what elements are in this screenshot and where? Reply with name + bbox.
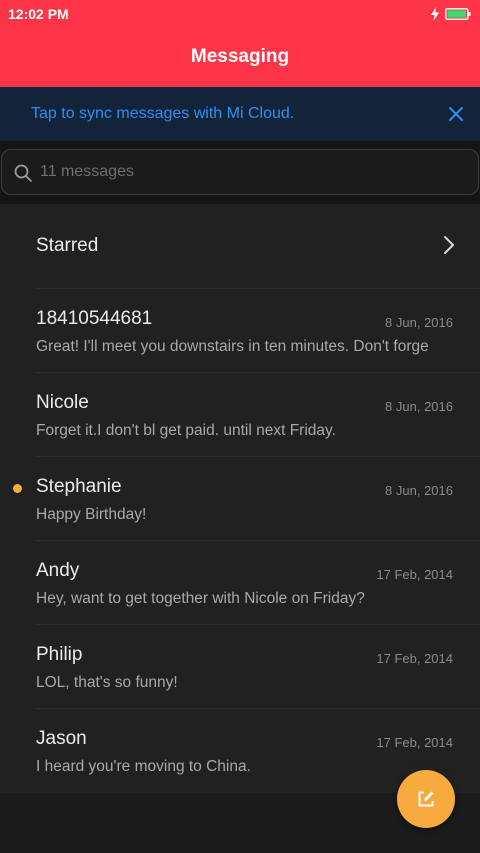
charging-icon [431, 7, 439, 21]
starred-label: Starred [36, 235, 99, 256]
message-preview: I heard you're moving to China. [36, 758, 251, 775]
unread-indicator [13, 484, 22, 493]
list-item[interactable]: Philip 17 Feb, 2014 LOL, that's so funny… [0, 624, 480, 708]
message-preview: Great! I'll meet you downstairs in ten m… [36, 338, 429, 355]
list-item[interactable]: Stephanie 8 Jun, 2016 Happy Birthday! [0, 456, 480, 540]
list-item[interactable]: 18410544681 8 Jun, 2016 Great! I'll meet… [0, 288, 480, 372]
conversation-list: Starred 18410544681 8 Jun, 2016 Great! I… [0, 204, 480, 793]
compose-icon [418, 791, 434, 807]
search-icon [14, 164, 32, 182]
app-header: 12:02 PM Messaging [0, 0, 480, 87]
close-icon[interactable] [446, 104, 466, 124]
message-date: 17 Feb, 2014 [376, 567, 453, 582]
starred-row[interactable]: Starred [0, 204, 480, 288]
search-box[interactable] [1, 149, 479, 195]
contact-name: Nicole [36, 392, 89, 413]
divider [36, 372, 480, 373]
sync-banner[interactable]: Tap to sync messages with Mi Cloud. [0, 87, 480, 141]
message-preview: Hey, want to get together with Nicole on… [36, 590, 365, 607]
divider [36, 708, 480, 709]
chevron-right-icon [444, 236, 454, 254]
status-bar: 12:02 PM [0, 0, 480, 28]
message-date: 8 Jun, 2016 [385, 399, 453, 414]
contact-name: Andy [36, 560, 80, 581]
message-preview: LOL, that's so funny! [36, 674, 178, 691]
contact-name: Jason [36, 728, 87, 749]
sync-banner-text[interactable]: Tap to sync messages with Mi Cloud. [31, 105, 294, 123]
message-date: 17 Feb, 2014 [376, 651, 453, 666]
search-input[interactable] [40, 160, 460, 184]
message-date: 17 Feb, 2014 [376, 735, 453, 750]
message-preview: Forget it.I don't bl get paid. until nex… [36, 422, 336, 439]
search-bar-container [0, 141, 480, 204]
page-title: Messaging [190, 46, 290, 67]
compose-button[interactable] [397, 770, 455, 828]
contact-name: Stephanie [36, 476, 122, 497]
list-item[interactable]: Andy 17 Feb, 2014 Hey, want to get toget… [0, 540, 480, 624]
message-date: 8 Jun, 2016 [385, 483, 453, 498]
divider [36, 540, 480, 541]
contact-name: Philip [36, 644, 83, 665]
status-time: 12:02 PM [8, 6, 69, 22]
battery-icon [445, 8, 471, 20]
contact-name: 18410544681 [36, 308, 153, 329]
status-icons [430, 6, 471, 22]
message-preview: Happy Birthday! [36, 506, 147, 523]
list-item[interactable]: Nicole 8 Jun, 2016 Forget it.I don't bl … [0, 372, 480, 456]
divider [36, 624, 480, 625]
divider [36, 456, 480, 457]
message-date: 8 Jun, 2016 [385, 315, 453, 330]
divider [36, 288, 480, 289]
